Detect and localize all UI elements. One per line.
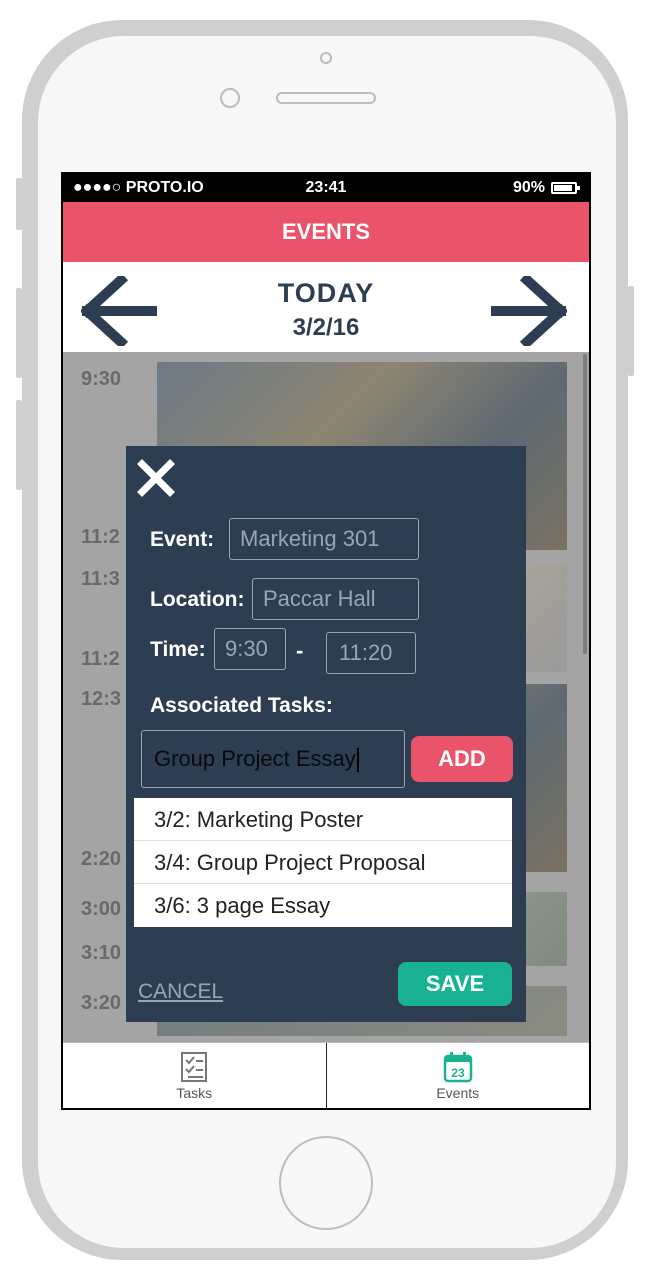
scrollbar[interactable] — [583, 354, 587, 654]
cancel-button[interactable]: CANCEL — [138, 980, 223, 1004]
tab-label: Events — [436, 1085, 480, 1101]
save-button[interactable]: SAVE — [398, 962, 512, 1006]
slot-time: 12:3 — [81, 688, 122, 710]
event-name-field[interactable]: Marketing 301 — [229, 518, 419, 560]
task-list-item[interactable]: 3/4: Group Project Proposal — [134, 841, 512, 884]
slot-time: 11:2 — [81, 526, 120, 548]
proximity-sensor — [220, 88, 240, 108]
task-input[interactable]: Group Project Essay — [141, 730, 405, 788]
home-button[interactable] — [279, 1136, 373, 1230]
task-list-item[interactable]: 3/2: Marketing Poster — [134, 798, 512, 841]
edit-event-modal: Event: Marketing 301 Location: Paccar Ha… — [126, 446, 526, 1022]
close-icon[interactable] — [136, 458, 176, 498]
location-label: Location: — [150, 588, 245, 611]
tab-label: Tasks — [176, 1085, 213, 1101]
tab-tasks[interactable]: Tasks — [63, 1043, 326, 1108]
add-task-button[interactable]: ADD — [411, 736, 513, 782]
start-time-field[interactable]: 9:30 — [214, 628, 286, 670]
tab-events[interactable]: 23 Events — [325, 1043, 590, 1108]
slot-time: 3:20 — [81, 992, 122, 1014]
slot-time: 3:10 — [81, 942, 122, 964]
time-label: Time: — [150, 638, 206, 661]
status-time: 23:41 — [305, 179, 347, 196]
slot-time: 11:2 — [81, 648, 120, 670]
battery-indicator: 90% — [512, 179, 580, 197]
battery-icon — [551, 182, 580, 194]
front-camera — [320, 52, 332, 64]
slot-time: 3:00 — [81, 898, 122, 920]
battery-percent: 90% — [512, 179, 545, 196]
task-list-item[interactable]: 3/6: 3 page Essay — [134, 884, 512, 927]
task-input-value: Group Project Essay — [154, 746, 356, 771]
tab-bar: Tasks 23 Events — [63, 1042, 590, 1108]
volume-up-button — [16, 288, 22, 378]
slot-time: 11:3 — [81, 568, 120, 590]
status-bar: ●●●●○ PROTO.IO 23:41 90% — [63, 174, 589, 202]
app-screen: ●●●●○ PROTO.IO 23:41 90% EVENTS TODAY 3/… — [61, 172, 591, 1110]
date-navigator: TODAY 3/2/16 — [63, 262, 589, 352]
checklist-icon — [181, 1052, 208, 1082]
calendar-day: 23 — [451, 1066, 465, 1080]
event-label: Event: — [150, 528, 215, 551]
mute-switch — [16, 178, 22, 230]
associated-tasks-label: Associated Tasks: — [150, 694, 333, 717]
volume-down-button — [16, 400, 22, 490]
slot-time: 9:30 — [81, 368, 122, 390]
location-field[interactable]: Paccar Hall — [252, 578, 419, 620]
power-button — [628, 286, 634, 376]
calendar-icon: 23 — [443, 1052, 472, 1083]
arrow-right-icon[interactable] — [491, 276, 567, 346]
earpiece-speaker — [276, 92, 376, 104]
text-caret — [356, 748, 359, 773]
slot-time: 2:20 — [81, 848, 122, 870]
end-time-field[interactable]: 11:20 — [326, 632, 416, 674]
task-list: 3/2: Marketing Poster 3/4: Group Project… — [134, 798, 512, 927]
page-title: EVENTS — [63, 202, 589, 262]
time-separator: - — [296, 638, 304, 663]
